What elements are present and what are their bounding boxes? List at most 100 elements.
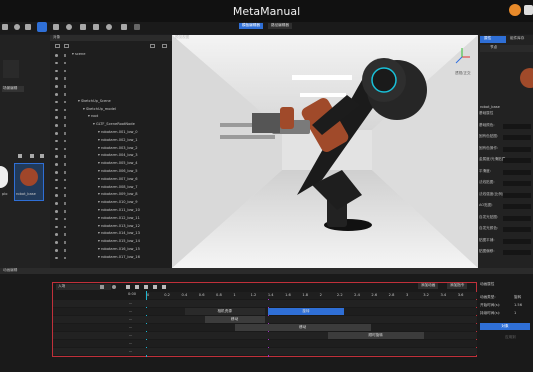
tree-row[interactable]: ▾ robotarm.017_low_16 [50,255,172,263]
visibility-eye-icon[interactable] [55,155,58,158]
property-value[interactable] [503,204,531,209]
tree-row[interactable]: ▾ SketchUp_model [50,107,172,115]
target-icon[interactable] [66,24,72,30]
visibility-eye-icon[interactable] [55,61,58,65]
tree-row[interactable]: ▾ robotarm.012_low_11 [50,216,172,224]
visibility-eye-icon[interactable] [55,194,58,197]
visibility-eye-icon[interactable] [55,85,58,88]
lock-icon[interactable] [64,225,66,229]
lock-icon[interactable] [64,139,66,143]
visibility-eye-icon[interactable] [55,108,58,112]
tab-components[interactable]: 组件库存 [510,36,524,41]
visibility-eye-icon[interactable] [55,163,58,166]
anim-play-icon[interactable] [144,285,148,289]
lock-icon[interactable] [64,54,66,57]
track-row[interactable]: ... [53,300,477,307]
toolbar-tab-2[interactable]: 路径编辑器 [268,23,292,29]
lock-icon[interactable] [64,256,66,260]
property-value[interactable] [503,146,531,152]
lock-icon[interactable] [64,241,66,244]
lock-icon[interactable] [64,100,66,104]
lock-icon[interactable] [64,155,66,158]
visibility-eye-icon[interactable] [55,77,58,80]
visibility-eye-icon[interactable] [55,225,58,229]
settings-icon[interactable] [524,5,533,15]
3d-viewport[interactable] [172,35,478,268]
animation-clip[interactable]: 移动 [204,316,265,323]
lock-icon[interactable] [64,217,66,221]
lock-icon[interactable] [64,61,66,65]
track-row[interactable]: ... [53,340,477,347]
lock-icon[interactable] [64,202,66,205]
measure-icon[interactable] [93,24,99,30]
anim-button-2[interactable]: 添加指令 [447,283,468,289]
home-icon[interactable] [37,22,47,32]
visibility-eye-icon[interactable] [55,124,58,127]
tree-row[interactable] [50,76,172,83]
tree-row[interactable] [50,61,172,68]
lock-icon[interactable] [64,69,66,73]
tree-row[interactable]: ▾ robotarm.006_low_5 [50,169,172,177]
tree-row[interactable] [50,84,172,91]
tree-row[interactable]: ▾ robotarm.007_low_6 [50,177,172,185]
tree-row[interactable] [50,69,172,76]
property-value[interactable] [503,135,531,140]
tree-row[interactable]: ▾ robotarm.002_low_1 [50,138,172,146]
node-icon[interactable] [80,24,86,30]
tab-node[interactable]: 节点 [480,45,533,52]
visibility-eye-icon[interactable] [55,147,58,151]
anim-apply-button[interactable]: 对象 [480,323,530,330]
tree-collapse-icon[interactable] [64,44,69,48]
anim-prop-value[interactable]: 旋转 [514,295,521,300]
visibility-eye-icon[interactable] [55,116,58,119]
visibility-eye-icon[interactable] [55,256,58,260]
property-value[interactable] [503,169,531,175]
close-tool-icon[interactable] [134,24,140,30]
lock-icon[interactable] [64,171,66,174]
tree-row[interactable] [50,92,172,99]
tree-filter-icon[interactable] [150,44,155,48]
visibility-eye-icon[interactable] [55,217,58,221]
lock-icon[interactable] [64,124,66,127]
track-row[interactable]: ... [53,348,477,355]
lock-icon[interactable] [64,249,66,252]
tree-expand-icon[interactable] [55,44,60,48]
visibility-eye-icon[interactable] [55,132,58,135]
tree-row[interactable]: ▾ robotarm.016_low_15 [50,247,172,255]
lock-icon[interactable] [64,77,66,80]
property-value[interactable] [503,215,531,221]
asset-delete-icon[interactable] [40,154,44,158]
tree-row[interactable]: ▾ scene [50,52,172,60]
visibility-eye-icon[interactable] [55,171,58,174]
visibility-eye-icon[interactable] [55,139,58,143]
anim-prop-value[interactable]: 1 [514,311,516,316]
toolbar-tab-1[interactable]: 模板编辑器 [239,23,263,29]
property-value[interactable] [503,227,531,232]
animation-clip[interactable]: 顺时旋转 [327,332,424,339]
lock-icon[interactable] [64,147,66,151]
lock-icon[interactable] [64,233,66,236]
anim-menu-icon[interactable] [100,285,104,289]
anim-last-icon[interactable] [162,285,166,289]
asset-filter-icon[interactable] [18,154,22,158]
wrench-icon[interactable] [121,24,127,30]
animation-clip[interactable]: 相机资源 [184,308,265,315]
asset-add-icon[interactable] [30,154,34,158]
lock-icon[interactable] [64,163,66,166]
anim-button-1[interactable]: 添加动画 [418,283,439,289]
property-value[interactable] [503,158,531,163]
add-icon[interactable] [25,24,31,30]
anim-next-icon[interactable] [153,285,157,289]
property-value[interactable] [503,123,531,129]
animation-clip[interactable]: 旋转 [267,308,345,315]
visibility-eye-icon[interactable] [55,202,58,205]
property-value[interactable] [503,238,531,244]
select-tool-icon[interactable] [2,24,8,30]
lock-icon[interactable] [64,186,66,190]
visibility-eye-icon[interactable] [55,178,58,182]
anim-prev-icon[interactable] [135,285,139,289]
lock-icon[interactable] [64,108,66,112]
track-row[interactable]: ... [53,308,477,315]
lock-icon[interactable] [64,194,66,197]
visibility-eye-icon[interactable] [55,210,58,213]
